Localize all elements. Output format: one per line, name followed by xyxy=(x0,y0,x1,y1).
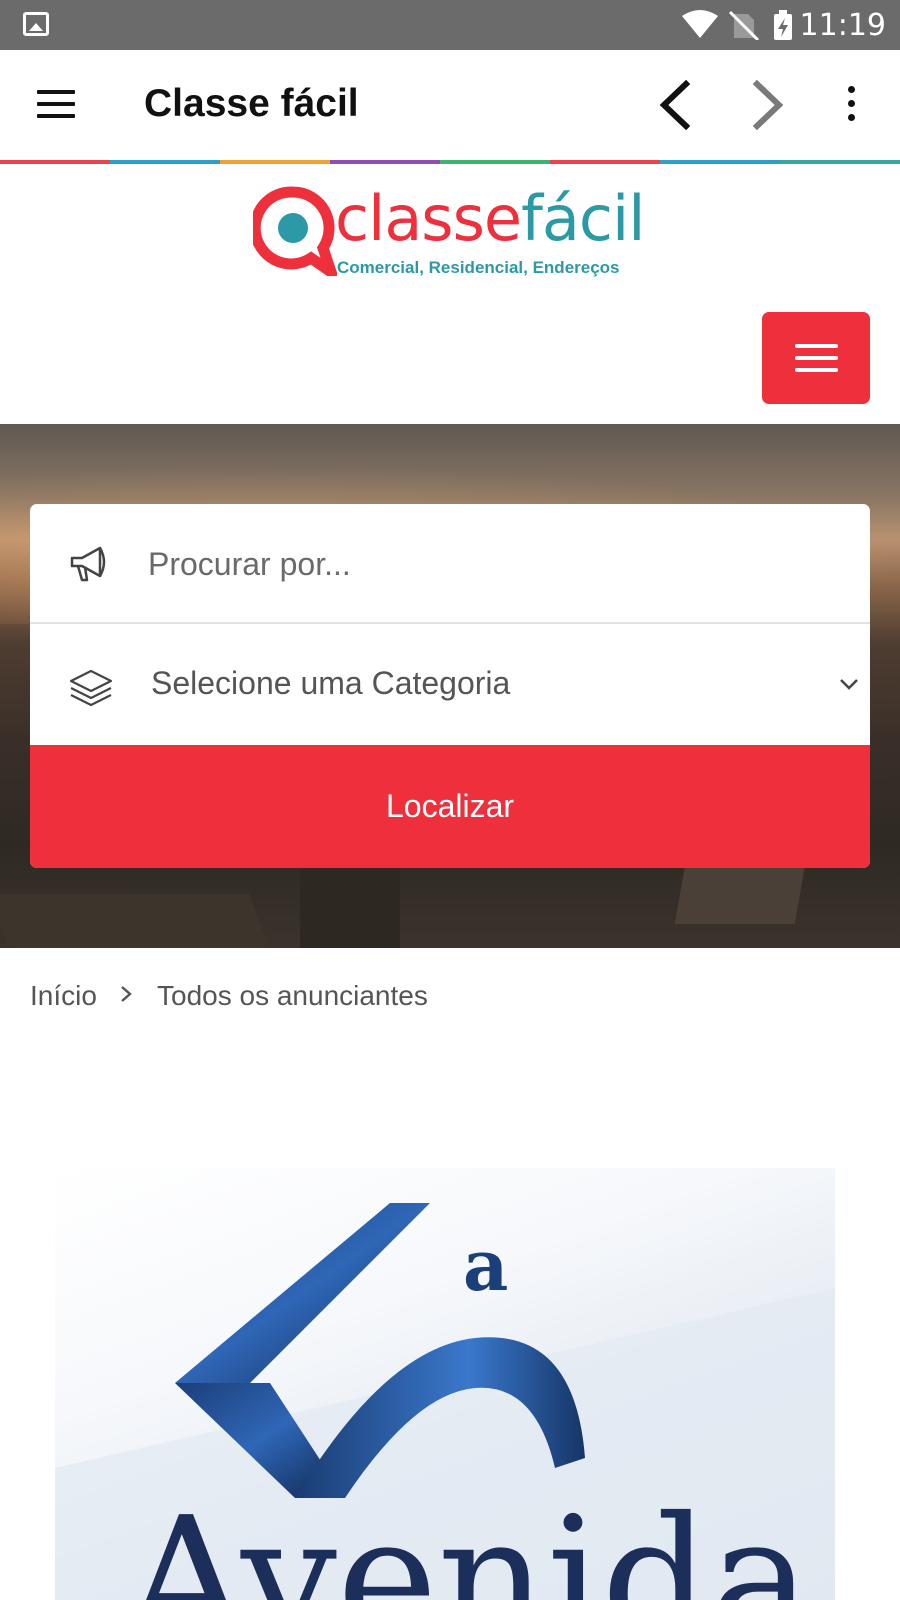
app-bar: Classe fácil xyxy=(0,50,900,162)
chevron-right-icon xyxy=(121,986,132,1002)
logo-mark-icon xyxy=(253,186,337,276)
svg-text:a: a xyxy=(463,1224,508,1307)
gallery-icon xyxy=(23,12,49,36)
search-input[interactable] xyxy=(148,534,838,594)
site-menu-button[interactable] xyxy=(762,312,870,404)
forward-arrow-icon[interactable] xyxy=(745,80,791,130)
breadcrumb-home-link[interactable]: Início xyxy=(30,980,97,1012)
search-form: Selecione uma Categoria Localizar xyxy=(30,504,870,868)
hero-banner: Selecione uma Categoria Localizar xyxy=(0,424,900,948)
menu-icon[interactable] xyxy=(37,90,75,120)
advertiser-logo-image[interactable]: a Avenida xyxy=(55,1168,835,1600)
logo-wordmark: classefácil xyxy=(335,182,645,255)
status-icons xyxy=(682,10,792,40)
localizar-button[interactable]: Localizar xyxy=(30,745,870,868)
breadcrumb-current: Todos os anunciantes xyxy=(157,980,428,1011)
megaphone-icon xyxy=(70,546,106,582)
no-sim-icon xyxy=(728,10,760,40)
site-header: classefácil Comercial, Residencial, Ende… xyxy=(0,164,900,424)
search-row xyxy=(30,504,870,624)
category-select[interactable]: Selecione uma Categoria xyxy=(30,625,870,745)
wifi-icon xyxy=(682,10,718,38)
avenida-logo-graphic: a Avenida xyxy=(55,1203,835,1600)
status-bar: 11:19 xyxy=(0,0,900,50)
category-select-value: Selecione uma Categoria xyxy=(151,665,511,701)
layers-icon xyxy=(69,669,113,707)
chevron-down-icon xyxy=(840,679,858,690)
overflow-menu-icon[interactable] xyxy=(845,86,857,126)
back-arrow-icon[interactable] xyxy=(652,80,698,130)
status-time: 11:19 xyxy=(799,8,886,43)
logo-tagline: Comercial, Residencial, Endereços xyxy=(337,258,620,277)
classe-facil-logo[interactable]: classefácil Comercial, Residencial, Ende… xyxy=(253,186,653,286)
svg-text:Avenida: Avenida xyxy=(124,1481,812,1600)
app-title: Classe fácil xyxy=(144,82,359,125)
battery-charging-icon xyxy=(774,10,792,40)
